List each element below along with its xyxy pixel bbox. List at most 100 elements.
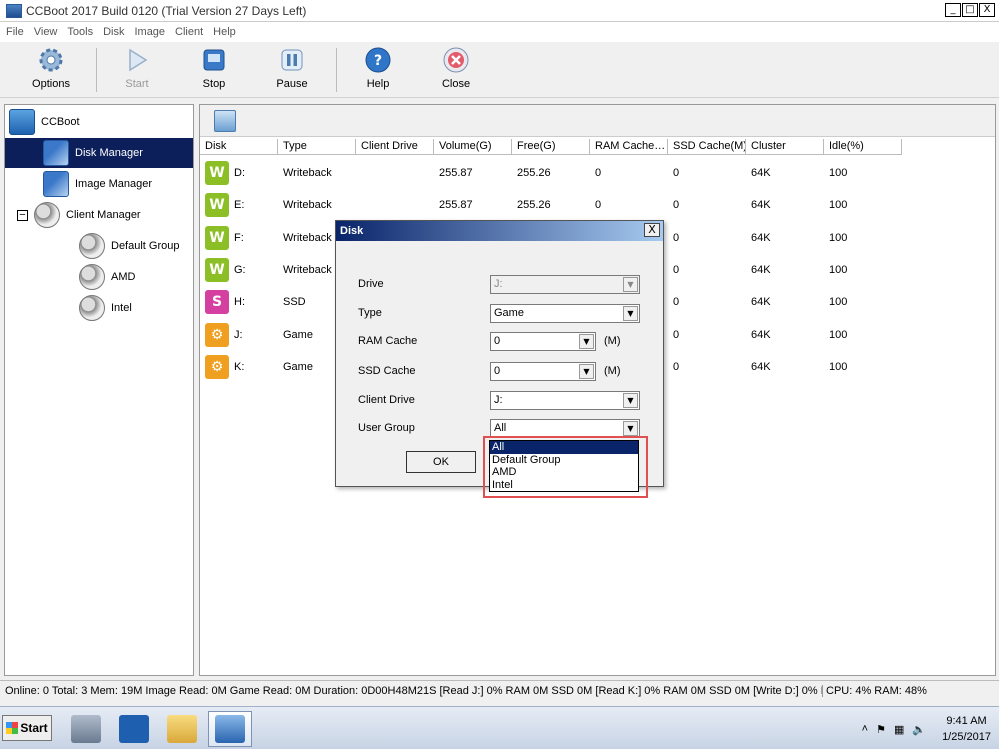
menu-tools[interactable]: Tools <box>67 26 93 38</box>
chevron-down-icon[interactable]: ▼ <box>623 393 638 408</box>
type-label: Type <box>358 307 382 319</box>
cell-cluster: 64K <box>751 167 771 179</box>
maximize-button[interactable]: □ <box>962 3 978 17</box>
cell-idle: 100 <box>829 231 848 244</box>
status-text: Online: 0 Total: 3 Mem: 19M Image Read: … <box>0 684 823 697</box>
cell-cluster: 64K <box>751 328 771 341</box>
cell-ram: 0 <box>595 167 602 179</box>
collapse-toggle[interactable]: − <box>17 209 28 221</box>
pause-button[interactable]: Pause <box>257 46 327 96</box>
cell-disk: W G: <box>200 254 278 286</box>
cell-disk: ⚙ J: <box>200 319 278 351</box>
show-hidden-icons-icon[interactable]: ˄ <box>862 723 868 735</box>
network-icon[interactable]: ▦ <box>894 723 904 736</box>
start-button[interactable]: Start <box>102 46 172 96</box>
cell-free: 255.26 <box>517 167 551 179</box>
tree-item-image-manager[interactable]: Image Manager <box>43 169 191 199</box>
tree-item-client-manager[interactable]: − Client Manager <box>17 200 191 230</box>
close-button[interactable]: Close <box>421 46 491 96</box>
cell-idle: 100 <box>829 167 848 179</box>
disk-type-icon: ⚙ <box>205 354 229 379</box>
taskbar-explorer[interactable] <box>160 711 204 747</box>
start-label: Start <box>125 78 149 90</box>
table-row[interactable]: W E: Writeback 255.87 255.26 0 0 64K 100 <box>200 189 902 221</box>
ram-cache-select[interactable]: 0 ▼ <box>490 332 596 351</box>
grid-header: Disk Type Client Drive Volume(G) Free(G)… <box>200 139 902 155</box>
tree-item-ccboot[interactable]: CCBoot <box>9 107 189 137</box>
client-drive-select[interactable]: J: ▼ <box>490 391 640 410</box>
toolbar-separator <box>336 48 337 92</box>
menu-image[interactable]: Image <box>134 26 165 38</box>
disk-type-icon: W <box>205 257 229 282</box>
ssd-cache-select[interactable]: 0 ▼ <box>490 362 596 381</box>
options-button[interactable]: Options <box>16 46 86 96</box>
type-select[interactable]: Game ▼ <box>490 304 640 323</box>
window-title: CCBoot 2017 Build 0120 (Trial Version 27… <box>26 3 307 18</box>
help-button[interactable]: ? Help <box>343 46 413 96</box>
dialog-close-button[interactable]: X <box>644 223 660 237</box>
start-button-taskbar[interactable]: Start <box>2 715 52 741</box>
cell-cluster: 64K <box>751 360 771 373</box>
chevron-down-icon[interactable]: ▼ <box>579 364 594 379</box>
minimize-button[interactable]: _ <box>945 3 961 17</box>
tree-item-amd[interactable]: AMD <box>79 262 191 292</box>
column-header-volume[interactable]: Volume(G) <box>434 139 512 155</box>
column-header-disk[interactable]: Disk <box>200 139 278 155</box>
ok-button[interactable]: OK <box>406 451 476 473</box>
cell-idle: 100 <box>829 263 848 276</box>
disk-letter: E: <box>234 199 245 212</box>
menu-disk[interactable]: Disk <box>103 26 124 38</box>
column-header-ram-cache[interactable]: RAM Cache… <box>590 139 668 155</box>
cell-type: Writeback <box>283 167 332 179</box>
clock[interactable]: 9:41 AM 1/25/2017 <box>942 713 991 745</box>
tree-item-label: CCBoot <box>41 116 80 128</box>
drive-value: J: <box>494 278 503 290</box>
tree-item-disk-manager[interactable]: Disk Manager <box>5 138 193 168</box>
column-header-client-drive[interactable]: Client Drive <box>356 139 434 155</box>
cell-cluster: 64K <box>751 296 771 309</box>
column-header-cluster[interactable]: Cluster <box>746 139 824 155</box>
volume-icon[interactable]: 🔈 <box>912 723 926 736</box>
flag-icon[interactable]: ⚑ <box>876 723 886 736</box>
disk-letter: H: <box>234 296 245 309</box>
disk-letter: F: <box>234 231 244 244</box>
pause-label: Pause <box>276 78 308 90</box>
column-header-free[interactable]: Free(G) <box>512 139 590 155</box>
taskbar-server-manager[interactable] <box>64 711 108 747</box>
taskbar-powershell[interactable] <box>112 711 156 747</box>
ram-cache-unit: (M) <box>604 335 621 347</box>
cell-ssd: 0 <box>673 360 680 373</box>
menu-client[interactable]: Client <box>175 26 203 38</box>
chevron-down-icon[interactable]: ▼ <box>579 334 594 349</box>
pause-icon <box>278 46 306 74</box>
menu-file[interactable]: File <box>6 26 24 38</box>
chevron-down-icon[interactable]: ▼ <box>623 421 638 436</box>
svg-text:?: ? <box>374 53 382 69</box>
menu-view[interactable]: View <box>34 26 58 38</box>
chevron-down-icon[interactable]: ▼ <box>623 306 638 321</box>
column-header-ssd-cache[interactable]: SSD Cache(M) <box>668 139 746 155</box>
add-disk-icon[interactable] <box>214 110 236 132</box>
tree-item-default-group[interactable]: Default Group <box>79 231 191 261</box>
cell-ssd: 0 <box>673 328 680 341</box>
menu-help[interactable]: Help <box>213 26 236 38</box>
app-icon <box>6 3 22 18</box>
table-row[interactable]: W D: Writeback 255.87 255.26 0 0 64K 100 <box>200 157 902 189</box>
system-tray: ˄ ⚑ ▦ 🔈 9:41 AM 1/25/2017 <box>862 713 991 745</box>
column-header-type[interactable]: Type <box>278 139 356 155</box>
cell-idle: 100 <box>829 199 848 212</box>
drive-label: Drive <box>358 278 384 290</box>
disk-type-icon: W <box>205 161 229 185</box>
cell-ssd: 0 <box>673 263 680 276</box>
taskbar-ccboot[interactable] <box>208 711 252 747</box>
cell-type: Writeback <box>283 199 332 212</box>
ram-cache-value: 0 <box>494 335 501 347</box>
close-window-button[interactable]: X <box>979 3 995 17</box>
tree-item-intel[interactable]: Intel <box>79 293 191 323</box>
highlight-annotation <box>483 436 648 498</box>
tree-item-label: Client Manager <box>66 209 141 221</box>
stop-button[interactable]: Stop <box>179 46 249 96</box>
cell-disk: W D: <box>200 157 278 189</box>
column-header-idle[interactable]: Idle(%) <box>824 139 902 155</box>
home-icon <box>9 109 35 135</box>
